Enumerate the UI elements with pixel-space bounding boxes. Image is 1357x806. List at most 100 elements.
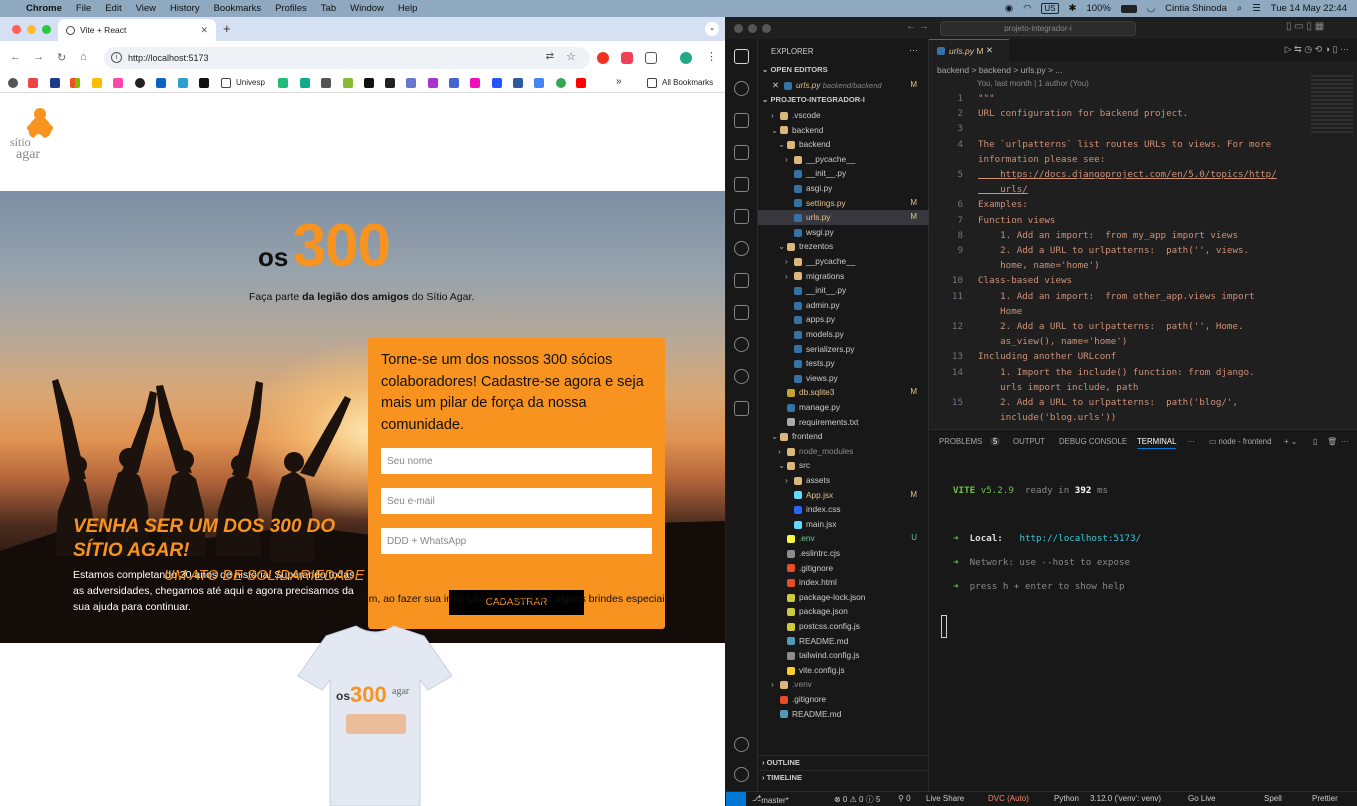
ports[interactable]: ⚲ 0 (898, 794, 911, 803)
code-line[interactable]: include('blog.urls')) (929, 410, 1357, 425)
tree-item[interactable]: package-lock.json (758, 590, 929, 605)
mail-bookmark-icon[interactable] (50, 78, 60, 88)
menu-app-name[interactable]: Chrome (26, 3, 62, 14)
code-line[interactable]: 12 2. Add a URL to urlpatterns: path('',… (929, 319, 1357, 334)
remote-indicator[interactable] (726, 792, 746, 806)
bookmark-icon[interactable] (513, 78, 523, 88)
live-share[interactable]: Live Share (926, 794, 964, 803)
breadcrumb[interactable]: backend > backend > urls.py > ... (937, 65, 1062, 75)
wifi-icon[interactable]: ◡ (1147, 3, 1155, 14)
apple-bookmark-icon[interactable] (8, 78, 18, 88)
explorer-icon[interactable] (734, 49, 749, 64)
minimize-window-button[interactable] (748, 24, 757, 33)
bookmark-icon[interactable] (343, 78, 353, 88)
tab-output[interactable]: OUTPUT (1013, 437, 1045, 446)
site-info-icon[interactable]: i (111, 52, 122, 63)
tab-problems[interactable]: PROBLEMS (939, 437, 982, 446)
tree-item[interactable]: README.md (758, 707, 929, 722)
tree-item[interactable]: .gitignore (758, 561, 929, 576)
menu-view[interactable]: View (136, 3, 156, 14)
tree-item[interactable]: › __pycache__ (758, 254, 929, 269)
tab-terminal[interactable]: TERMINAL (1137, 437, 1177, 449)
code-line[interactable]: urls/ (929, 182, 1357, 197)
new-tab-button[interactable]: + (223, 21, 231, 36)
chrome-menu-icon[interactable]: ⋮ (706, 50, 717, 63)
translate-icon[interactable]: ⇄ (546, 51, 554, 62)
editor-actions-icons[interactable]: ▷ ⇆ ◷ ⟲ ◑ ▯ ··· (1285, 44, 1349, 55)
tree-item[interactable]: db.sqlite3 M (758, 385, 929, 400)
terminal-instance[interactable]: ▭ node - frontend (1209, 437, 1271, 446)
tree-item[interactable]: wsgi.py (758, 225, 929, 240)
back-icon[interactable]: ← → (906, 21, 929, 32)
tree-item[interactable]: urls.py M (758, 210, 929, 225)
control-center-icon[interactable]: ☰ (1252, 3, 1261, 14)
tree-item[interactable]: ⌄ backend (758, 137, 929, 152)
tree-item[interactable]: __init__.py (758, 283, 929, 298)
more-bookmarks-icon[interactable]: » (616, 76, 622, 87)
tree-item[interactable]: package.json (758, 604, 929, 619)
outline-header[interactable]: › OUTLINE (758, 755, 929, 770)
extensions-puzzle-icon[interactable] (645, 52, 657, 64)
github-bookmark-icon[interactable] (135, 78, 145, 88)
tree-item[interactable]: .env U (758, 531, 929, 546)
live-share-icon[interactable] (734, 305, 749, 320)
tree-item[interactable]: index.css (758, 502, 929, 517)
menu-window[interactable]: Window (350, 3, 384, 14)
youtube-bookmark-icon[interactable] (576, 78, 586, 88)
bookmark-icon[interactable] (492, 78, 502, 88)
editor-tab-urls[interactable]: urls.py M ✕ (929, 39, 1009, 61)
split-terminal-icon[interactable]: ▯ (1313, 437, 1317, 446)
close-tab-icon[interactable]: ✕ (200, 25, 208, 36)
timeline-icon[interactable] (734, 337, 749, 352)
tree-item[interactable]: .eslintrc.cjs (758, 546, 929, 561)
linkedin-bookmark-icon[interactable] (156, 78, 166, 88)
command-center-search[interactable]: projeto-integrador-i (940, 21, 1136, 36)
bookmark-icon[interactable] (428, 78, 438, 88)
settings-gear-icon[interactable] (734, 767, 749, 782)
browser-tab[interactable]: Vite + React ✕ (58, 19, 216, 41)
tab-debug-console[interactable]: DEBUG CONSOLE (1059, 437, 1127, 446)
amazon-bookmark-icon[interactable] (385, 78, 395, 88)
maps-bookmark-icon[interactable] (556, 78, 566, 88)
code-line[interactable]: 2 URL configuration for backend project. (929, 106, 1357, 121)
language-mode[interactable]: Python (1054, 794, 1079, 803)
code-line[interactable]: 15 2. Add a URL to urlpatterns: path('bl… (929, 395, 1357, 410)
opera-extension-icon[interactable] (597, 52, 609, 64)
menu-file[interactable]: File (76, 3, 91, 14)
tree-item[interactable]: asgi.py (758, 181, 929, 196)
translate-bookmark-icon[interactable] (534, 78, 544, 88)
tree-item[interactable]: .gitignore (758, 692, 929, 707)
account-icon[interactable] (734, 737, 749, 752)
code-line[interactable]: 4 The `urlpatterns` list routes URLs to v… (929, 137, 1357, 152)
profile-avatar[interactable] (680, 52, 692, 64)
zoom-window-button[interactable] (762, 24, 771, 33)
back-icon[interactable]: ← (10, 51, 21, 63)
code-line[interactable]: 1 """ (929, 91, 1357, 106)
bluetooth-icon[interactable]: ✱ (1069, 3, 1077, 14)
bookmark-icon[interactable] (113, 78, 123, 88)
code-line[interactable]: home, name='home') (929, 258, 1357, 273)
menu-help[interactable]: Help (398, 3, 418, 14)
tree-item[interactable]: tailwind.config.js (758, 648, 929, 663)
search-icon[interactable]: ⌕ (1237, 3, 1242, 14)
add-terminal-icon[interactable]: + ⌄ (1284, 437, 1297, 446)
bookmark-icon[interactable] (449, 78, 459, 88)
open-editors-header[interactable]: ⌄ OPEN EDITORS (758, 63, 929, 78)
bookmark-icon[interactable] (321, 78, 331, 88)
tree-item[interactable]: __init__.py (758, 166, 929, 181)
all-bookmarks[interactable]: All Bookmarks (662, 78, 713, 87)
user-name[interactable]: Cintia Shinoda (1165, 3, 1227, 14)
project-header[interactable]: ⌄ PROJETO-INTEGRADOR-I (758, 93, 929, 108)
spell-check[interactable]: Spell (1264, 794, 1282, 803)
bookmark-icon[interactable] (178, 78, 188, 88)
tree-item[interactable]: main.jsx (758, 517, 929, 532)
source-control-icon[interactable] (734, 113, 749, 128)
zoom-window-button[interactable] (42, 25, 51, 34)
more-icon[interactable]: ··· (1187, 437, 1195, 446)
whatsapp-input[interactable]: DDD + WhatsApp (381, 528, 652, 554)
tree-item[interactable]: ⌄ frontend (758, 429, 929, 444)
code-line[interactable]: 7 Function views (929, 213, 1357, 228)
tree-item[interactable]: vite.config.js (758, 663, 929, 678)
tree-item[interactable]: › node_modules (758, 444, 929, 459)
minimap[interactable] (1311, 75, 1353, 135)
